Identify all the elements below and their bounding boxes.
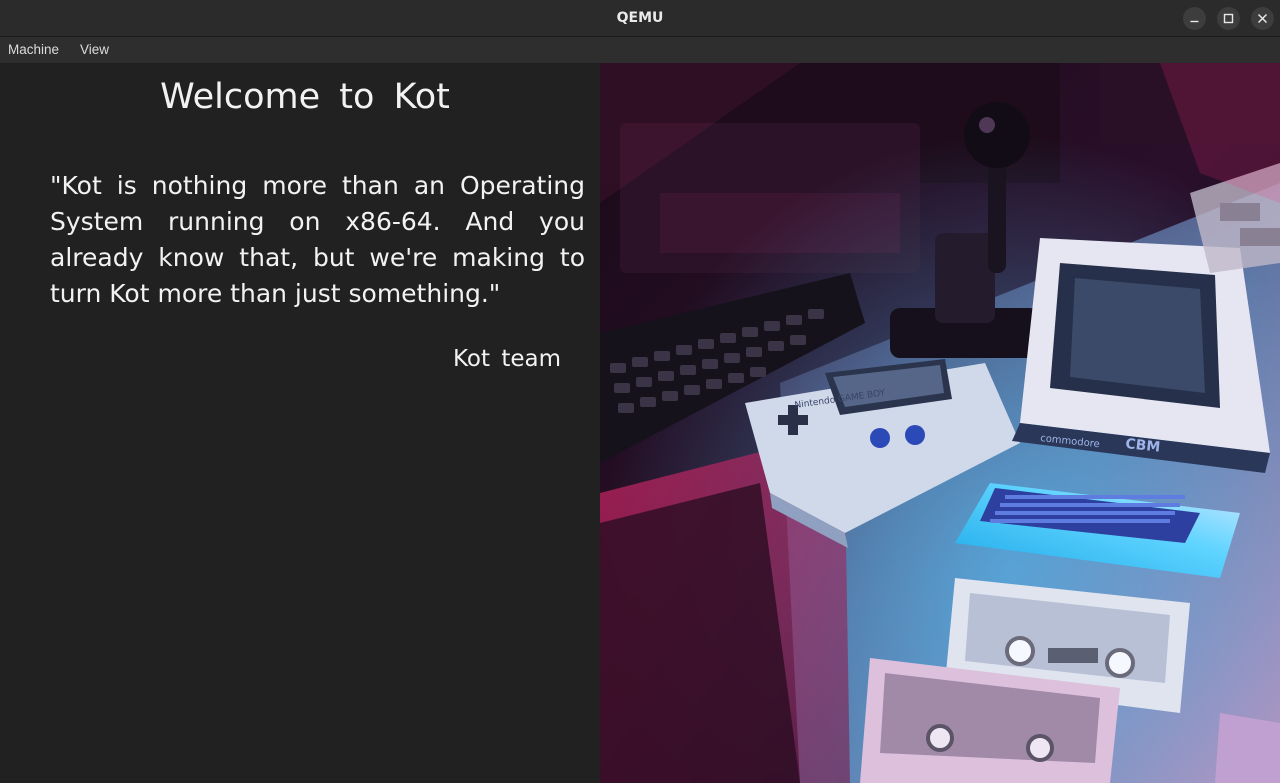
close-button[interactable] [1251, 7, 1274, 30]
minimize-button[interactable] [1183, 7, 1206, 30]
menu-machine[interactable]: Machine [8, 37, 59, 63]
welcome-heading: Welcome to Kot [160, 77, 450, 117]
kot-quote: "Kot is nothing more than an Operating S… [50, 171, 585, 308]
window-titlebar[interactable]: QEMU [0, 0, 1280, 37]
maximize-button[interactable] [1217, 7, 1240, 30]
window-title: QEMU [616, 10, 664, 26]
menu-view[interactable]: View [80, 37, 109, 63]
quote-signature: Kot team [453, 346, 562, 372]
guest-display[interactable]: Welcome to Kot "Kot is nothing more than… [0, 63, 1280, 783]
close-icon [1257, 13, 1268, 24]
maximize-icon [1223, 13, 1234, 24]
minimize-icon [1190, 20, 1199, 23]
menu-bar: Machine View [0, 37, 1280, 63]
retro-computers-photo: Nintendo GAME BOY commodore CBM [600, 63, 1280, 783]
